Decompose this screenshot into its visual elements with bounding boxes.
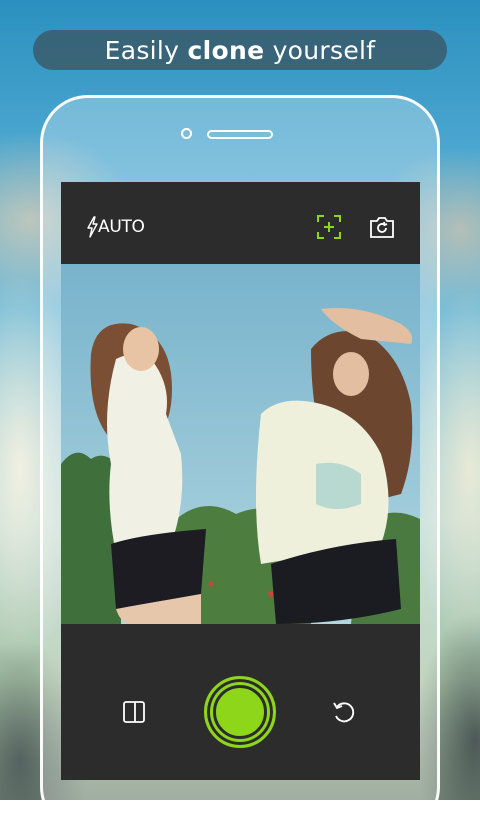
- phone-camera-icon: [181, 128, 192, 139]
- camera-screen: AUTO: [61, 182, 420, 780]
- camera-preview[interactable]: [61, 264, 420, 624]
- split-layout-icon[interactable]: [122, 700, 146, 724]
- switch-camera-icon[interactable]: [369, 215, 395, 239]
- camera-top-bar: AUTO: [61, 182, 420, 264]
- phone-speaker-icon: [207, 130, 273, 139]
- lightning-icon: [87, 216, 98, 238]
- flash-mode-label: AUTO: [98, 217, 145, 237]
- focus-frame-icon[interactable]: [317, 215, 341, 239]
- flash-toggle[interactable]: AUTO: [86, 216, 145, 238]
- preview-photo: [61, 264, 420, 624]
- camera-bottom-bar: [61, 624, 420, 780]
- banner-text-prefix: Easily: [104, 35, 188, 65]
- shutter-button[interactable]: [204, 676, 276, 748]
- promo-banner: Easily clone yourself: [33, 30, 447, 70]
- undo-icon[interactable]: [331, 699, 357, 725]
- shutter-button-inner: [213, 685, 267, 739]
- banner-text-bold: clone: [187, 35, 265, 65]
- banner-text-suffix: yourself: [264, 35, 376, 65]
